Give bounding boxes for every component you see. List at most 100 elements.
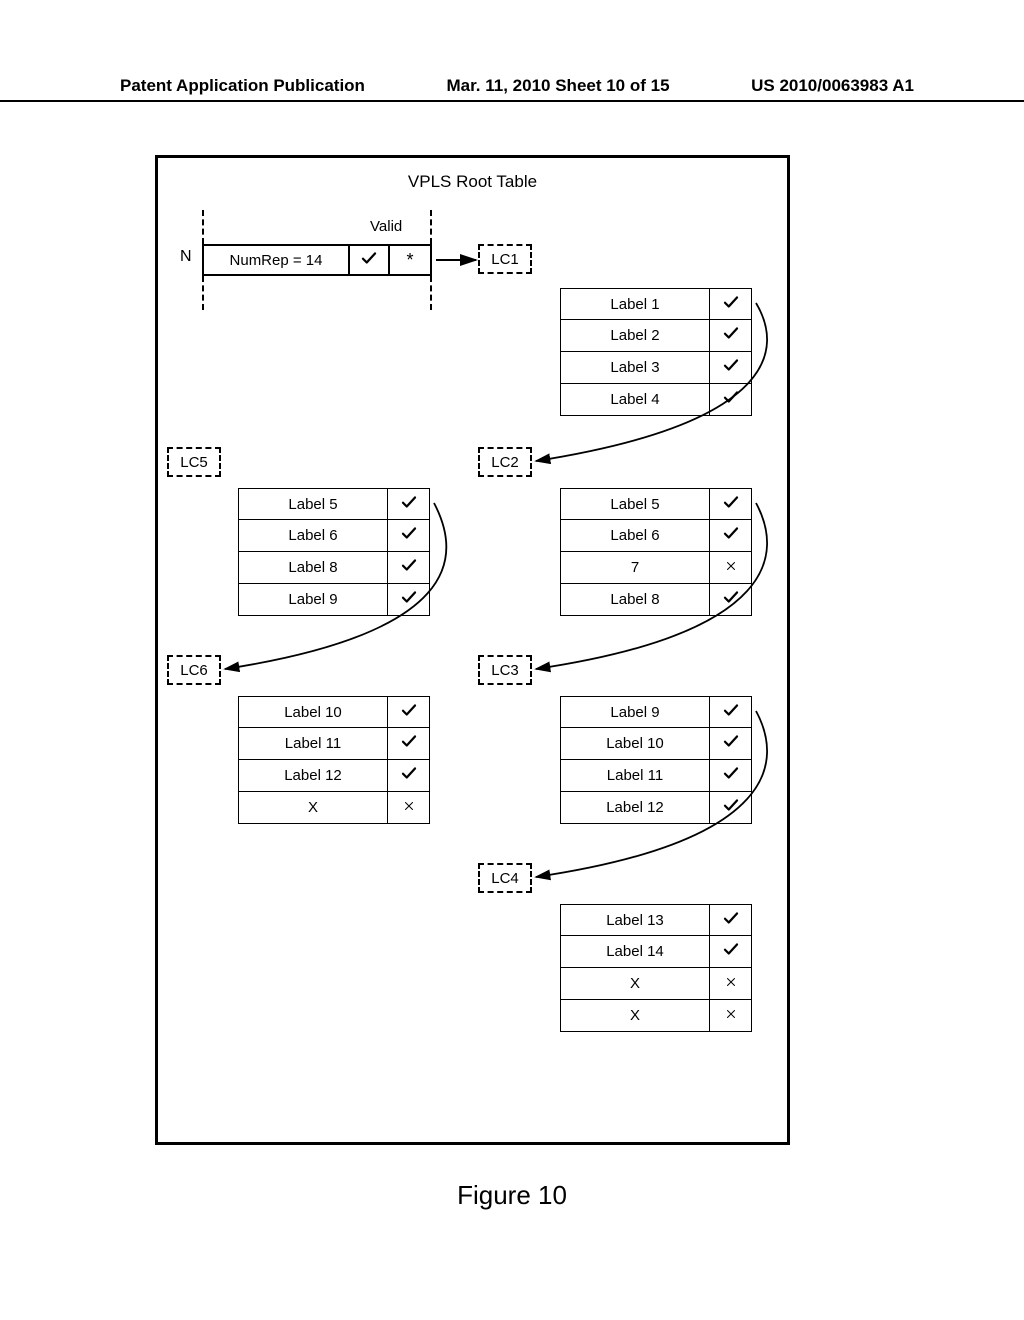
label-cell: Label 9 (560, 696, 710, 728)
label-cell: Label 6 (560, 520, 710, 552)
table-row: Label 4 (560, 384, 752, 416)
root-valid-mark (350, 246, 390, 274)
root-numrep: NumRep = 14 (204, 246, 350, 274)
label-cell: Label 4 (560, 384, 710, 416)
diagram-title: VPLS Root Table (158, 172, 787, 192)
header-left: Patent Application Publication (120, 76, 365, 96)
mark-cell (388, 488, 430, 520)
mark-cell (710, 904, 752, 936)
table-row: Label 12 (238, 760, 430, 792)
table-row: 7 (560, 552, 752, 584)
mark-cell (710, 1000, 752, 1032)
table-row: Label 9 (560, 696, 752, 728)
table-row: Label 11 (560, 760, 752, 792)
table-row: Label 3 (560, 352, 752, 384)
lc5-table: Label 5Label 6Label 8Label 9 (238, 488, 430, 616)
mark-cell (388, 760, 430, 792)
label-cell: Label 11 (238, 728, 388, 760)
table-row: Label 8 (560, 584, 752, 616)
label-cell: X (238, 792, 388, 824)
label-cell: Label 11 (560, 760, 710, 792)
label-cell: X (560, 1000, 710, 1032)
lc6-box: LC6 (167, 655, 221, 685)
n-label: N (180, 248, 192, 266)
mark-cell (710, 760, 752, 792)
label-cell: Label 2 (560, 320, 710, 352)
page: Patent Application Publication Mar. 11, … (0, 0, 1024, 1320)
root-dash-bot (202, 276, 432, 310)
mark-cell (710, 488, 752, 520)
mark-cell (710, 728, 752, 760)
root-table-column: NumRep = 14 * (202, 210, 432, 310)
lc2-table: Label 5Label 67Label 8 (560, 488, 752, 616)
table-row: Label 2 (560, 320, 752, 352)
label-cell: 7 (560, 552, 710, 584)
table-row: Label 1 (560, 288, 752, 320)
label-cell: Label 3 (560, 352, 710, 384)
mark-cell (710, 584, 752, 616)
table-row: Label 13 (560, 904, 752, 936)
table-row: Label 6 (560, 520, 752, 552)
mark-cell (710, 320, 752, 352)
header-mid: Mar. 11, 2010 Sheet 10 of 15 (447, 76, 670, 96)
mark-cell (710, 696, 752, 728)
mark-cell (388, 696, 430, 728)
table-row: Label 10 (560, 728, 752, 760)
label-cell: Label 5 (238, 488, 388, 520)
figure-caption: Figure 10 (0, 1180, 1024, 1211)
lc3-table: Label 9Label 10Label 11Label 12 (560, 696, 752, 824)
mark-cell (710, 520, 752, 552)
table-row: X (238, 792, 430, 824)
mark-cell (388, 792, 430, 824)
label-cell: Label 8 (238, 552, 388, 584)
mark-cell (710, 384, 752, 416)
label-cell: Label 6 (238, 520, 388, 552)
root-dash-top (202, 210, 432, 244)
label-cell: Label 10 (560, 728, 710, 760)
lc6-table: Label 10Label 11Label 12X (238, 696, 430, 824)
table-row: X (560, 1000, 752, 1032)
lc1-table: Label 1Label 2Label 3Label 4 (560, 288, 752, 416)
mark-cell (388, 520, 430, 552)
mark-cell (710, 936, 752, 968)
table-row: Label 12 (560, 792, 752, 824)
lc5-box: LC5 (167, 447, 221, 477)
table-row: Label 9 (238, 584, 430, 616)
mark-cell (710, 288, 752, 320)
diagram-frame: VPLS Root Table N Valid NumRep = 14 * LC… (155, 155, 790, 1145)
page-header: Patent Application Publication Mar. 11, … (0, 76, 1024, 102)
mark-cell (388, 584, 430, 616)
lc4-box: LC4 (478, 863, 532, 893)
label-cell: Label 12 (238, 760, 388, 792)
table-row: X (560, 968, 752, 1000)
table-row: Label 5 (560, 488, 752, 520)
mark-cell (710, 552, 752, 584)
mark-cell (388, 728, 430, 760)
lc3-box: LC3 (478, 655, 532, 685)
table-row: Label 10 (238, 696, 430, 728)
lc4-table: Label 13Label 14XX (560, 904, 752, 1032)
check-icon (360, 249, 378, 272)
table-row: Label 6 (238, 520, 430, 552)
lc1-box: LC1 (478, 244, 532, 274)
lc2-box: LC2 (478, 447, 532, 477)
label-cell: Label 13 (560, 904, 710, 936)
mark-cell (710, 968, 752, 1000)
label-cell: Label 10 (238, 696, 388, 728)
label-cell: Label 14 (560, 936, 710, 968)
root-pointer: * (390, 246, 430, 274)
label-cell: X (560, 968, 710, 1000)
label-cell: Label 5 (560, 488, 710, 520)
table-row: Label 11 (238, 728, 430, 760)
label-cell: Label 8 (560, 584, 710, 616)
root-row: NumRep = 14 * (202, 244, 432, 276)
mark-cell (710, 352, 752, 384)
table-row: Label 8 (238, 552, 430, 584)
table-row: Label 5 (238, 488, 430, 520)
mark-cell (388, 552, 430, 584)
label-cell: Label 1 (560, 288, 710, 320)
label-cell: Label 9 (238, 584, 388, 616)
mark-cell (710, 792, 752, 824)
header-right: US 2010/0063983 A1 (751, 76, 914, 96)
table-row: Label 14 (560, 936, 752, 968)
